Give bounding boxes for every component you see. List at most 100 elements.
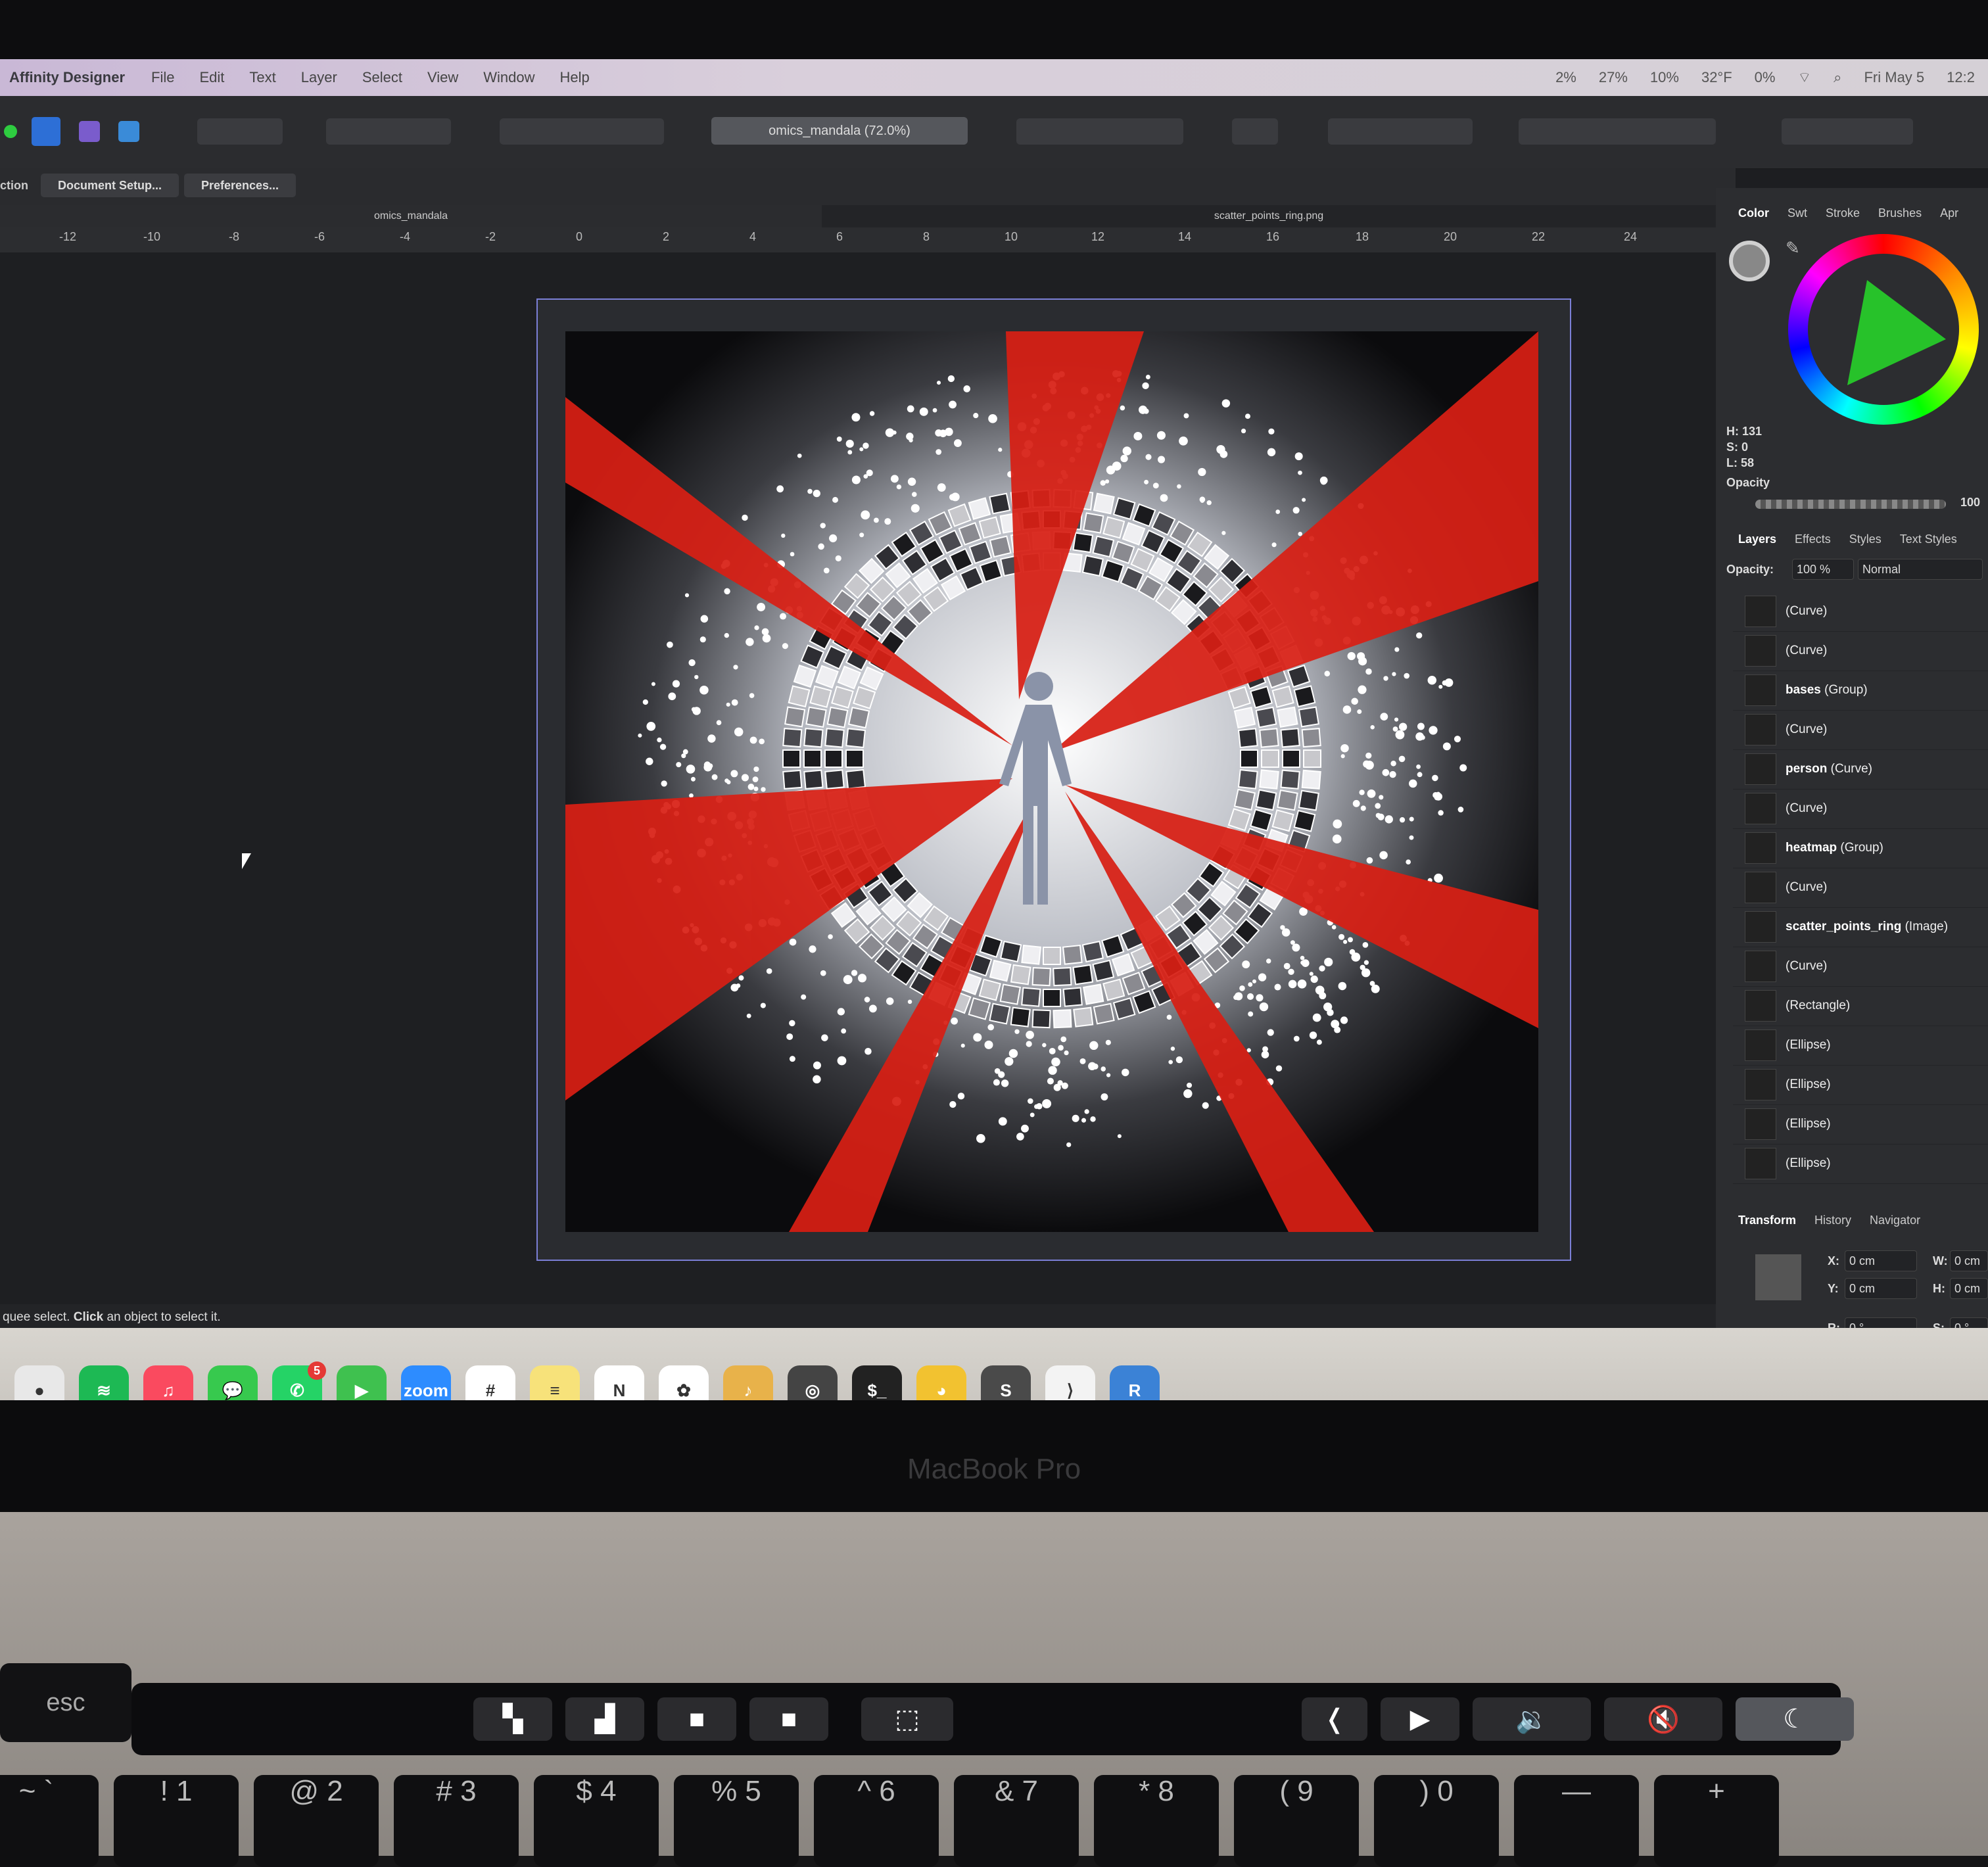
fill-stroke-well[interactable] <box>1729 241 1770 281</box>
tab-text-styles[interactable]: Text Styles <box>1900 532 1957 546</box>
tab-transform[interactable]: Transform <box>1738 1214 1796 1227</box>
menu-layer[interactable]: Layer <box>301 69 337 86</box>
dock-cyberduck-icon[interactable]: ◕ <box>916 1365 966 1400</box>
memory-indicator[interactable]: 27% <box>1599 69 1628 86</box>
tab-effects[interactable]: Effects <box>1795 532 1831 546</box>
tab-layers[interactable]: Layers <box>1738 532 1776 546</box>
export-persona-icon[interactable] <box>118 121 139 142</box>
dock-chrome-icon[interactable]: ● <box>14 1365 64 1400</box>
dock-music-icon[interactable]: ♫ <box>143 1365 193 1400</box>
quick-ops-group[interactable] <box>1782 118 1913 145</box>
menu-view[interactable]: View <box>427 69 458 86</box>
keyboard-key[interactable]: — <box>1514 1775 1639 1867</box>
layer-opacity-field[interactable]: 100 % <box>1792 559 1854 580</box>
keyboard-key[interactable]: ) 0 <box>1374 1775 1499 1867</box>
layer-row[interactable]: (Ellipse) <box>1733 1144 1988 1184</box>
dock-sublime-icon[interactable]: S <box>981 1365 1031 1400</box>
menu-select[interactable]: Select <box>362 69 402 86</box>
keyboard-key[interactable]: * 8 <box>1094 1775 1219 1867</box>
touchbar-arrange-backward-icon[interactable]: ▟ <box>565 1697 644 1741</box>
dock-slack-icon[interactable]: # <box>465 1365 515 1400</box>
keyboard-key[interactable]: @ 2 <box>254 1775 379 1867</box>
document-name-field[interactable]: omics_mandala (72.0%) <box>711 117 968 145</box>
document-setup-button[interactable]: Document Setup... <box>41 174 179 197</box>
eyedropper-icon[interactable]: ✎ <box>1786 238 1800 258</box>
layer-row[interactable]: heatmap (Group) <box>1733 828 1988 868</box>
keyboard-key[interactable]: ^ 6 <box>814 1775 939 1867</box>
touchbar-transform-icon[interactable]: ⬚ <box>861 1697 953 1741</box>
battery-indicator[interactable]: 0% <box>1755 69 1776 86</box>
keyboard-key[interactable]: & 7 <box>954 1775 1079 1867</box>
keyboard-key[interactable]: $ 4 <box>534 1775 659 1867</box>
dock-notes-icon[interactable]: ≡ <box>530 1365 580 1400</box>
menu-window[interactable]: Window <box>483 69 534 86</box>
menu-file[interactable]: File <box>151 69 174 86</box>
anchor-selector[interactable] <box>1755 1254 1801 1300</box>
tab-stroke[interactable]: Stroke <box>1826 206 1860 220</box>
h-field[interactable]: 0 cm <box>1950 1278 1988 1299</box>
window-zoom-button[interactable] <box>4 125 17 138</box>
layer-row[interactable]: (Curve) <box>1733 789 1988 829</box>
keyboard-key[interactable]: + <box>1654 1775 1779 1867</box>
touchbar-arrange-forward-icon[interactable]: ■ <box>657 1697 736 1741</box>
dock-facetime-icon[interactable]: ▶ <box>337 1365 387 1400</box>
layer-row[interactable]: person (Curve) <box>1733 749 1988 790</box>
boolean-group[interactable] <box>197 118 283 145</box>
layer-row[interactable]: (Ellipse) <box>1733 1065 1988 1105</box>
layer-row[interactable]: (Curve) <box>1733 868 1988 908</box>
date-display[interactable]: Fri May 5 <box>1864 69 1924 86</box>
menu-text[interactable]: Text <box>249 69 275 86</box>
blend-mode-select[interactable]: Normal <box>1858 559 1983 580</box>
keyboard-key[interactable]: % 5 <box>674 1775 799 1867</box>
keyboard-key[interactable]: ( 9 <box>1234 1775 1359 1867</box>
wifi-icon[interactable]: ⌔ <box>1797 68 1811 87</box>
touchbar-play-icon[interactable]: ▶ <box>1381 1697 1459 1741</box>
designer-persona-icon[interactable] <box>32 117 60 146</box>
weather-indicator[interactable]: 32°F <box>1701 69 1732 86</box>
w-field[interactable]: 0 cm <box>1950 1250 1988 1271</box>
menu-edit[interactable]: Edit <box>199 69 224 86</box>
tab-scatter-points[interactable]: scatter_points_ring.png <box>822 205 1716 227</box>
dock-messages-icon[interactable]: 💬 <box>208 1365 258 1400</box>
layer-row[interactable]: bases (Group) <box>1733 671 1988 711</box>
dock-vs-code-icon[interactable]: ⟩ <box>1045 1365 1095 1400</box>
app-menu[interactable]: Affinity Designer <box>9 69 125 86</box>
dock-whatsapp-icon[interactable]: ✆ 5 <box>272 1361 326 1400</box>
cpu-indicator[interactable]: 2% <box>1555 69 1576 86</box>
opacity-value[interactable]: 100 <box>1960 496 1980 509</box>
touchbar-volume-icon[interactable]: 🔉 <box>1473 1697 1591 1741</box>
tab-navigator[interactable]: Navigator <box>1870 1214 1920 1227</box>
layer-row[interactable]: (Ellipse) <box>1733 1026 1988 1066</box>
tab-history[interactable]: History <box>1814 1214 1851 1227</box>
flip-group[interactable] <box>1016 118 1183 145</box>
geometry-group[interactable] <box>1519 118 1716 145</box>
tab-color[interactable]: Color <box>1738 206 1769 220</box>
touchbar-collapse-icon[interactable]: ❬ <box>1302 1697 1367 1741</box>
tab-brushes[interactable]: Brushes <box>1878 206 1922 220</box>
color-triangle[interactable] <box>1821 273 1952 392</box>
isolation-group[interactable] <box>326 118 451 145</box>
dock-terminal-icon[interactable]: $_ <box>852 1365 902 1400</box>
disk-indicator[interactable]: 10% <box>1650 69 1679 86</box>
layer-row[interactable]: (Curve) <box>1733 947 1988 987</box>
touchbar-mute-icon[interactable]: 🔇 <box>1604 1697 1722 1741</box>
search-icon[interactable]: ⌕ <box>1834 69 1841 86</box>
dock-zoom-icon[interactable]: zoom <box>401 1365 451 1400</box>
tab-styles[interactable]: Styles <box>1849 532 1882 546</box>
dock-spotify-icon[interactable]: ≋ <box>79 1365 129 1400</box>
touchbar-arrange-front-icon[interactable]: ■ <box>749 1697 828 1741</box>
layer-row[interactable]: (Curve) <box>1733 710 1988 750</box>
tab-appearance[interactable]: Apr <box>1940 206 1958 220</box>
opacity-slider[interactable] <box>1755 500 1946 509</box>
pixel-persona-icon[interactable] <box>79 121 100 142</box>
touchbar-do-not-disturb-icon[interactable]: ☾ <box>1736 1697 1854 1741</box>
layer-row[interactable]: scatter_points_ring (Image) <box>1733 907 1988 947</box>
layer-row[interactable]: (Ellipse) <box>1733 1104 1988 1145</box>
snapping-group[interactable] <box>1328 118 1473 145</box>
menu-help[interactable]: Help <box>560 69 590 86</box>
x-field[interactable]: 0 cm <box>1845 1250 1917 1271</box>
dock-disk-utility-icon[interactable]: ◎ <box>788 1365 838 1400</box>
y-field[interactable]: 0 cm <box>1845 1278 1917 1299</box>
tab-omics-mandala[interactable]: omics_mandala <box>0 205 822 227</box>
mandala-artwork[interactable] <box>565 331 1538 1232</box>
